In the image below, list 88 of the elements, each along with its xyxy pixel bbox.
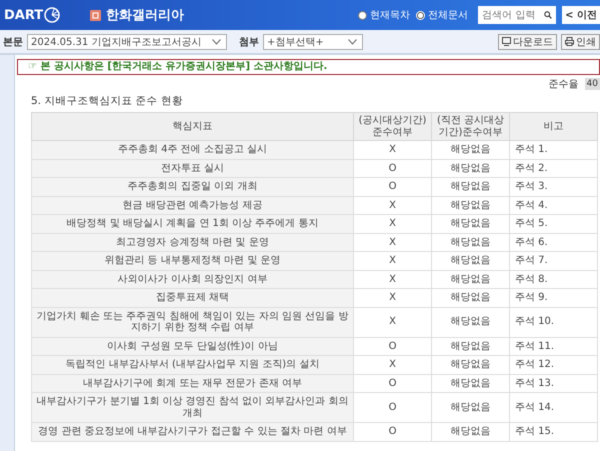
search-field[interactable]: 검색어 입력 (478, 6, 556, 24)
radio-button[interactable] (416, 10, 426, 20)
table-cell: 주석 8. (510, 270, 598, 288)
compliance-rate-label: 준수율 (548, 78, 579, 91)
table-cell: 최고경영자 승계정책 마련 및 운영 (32, 233, 354, 252)
compliance-rate-value: 40 (584, 78, 600, 90)
table-cell: 해당없음 (432, 422, 510, 441)
table-cell: O (354, 422, 432, 441)
table-cell: 주석 13. (510, 374, 598, 392)
table-cell: 기업가치 훼손 또는 주주권익 침해에 책임이 있는 자의 임원 선임을 방지하기 위한 정책 수립 여부 (32, 307, 354, 337)
table-cell: 주석 6. (510, 233, 598, 252)
notice-banner: ☞ 본 공시사항은 [한국거래소 유가증권시장본부] 소관사항입니다. (17, 59, 600, 75)
table-cell: 배당정책 및 배당실시 계획을 연 1회 이상 주주에게 통지 (32, 214, 354, 233)
chevron-down-icon (348, 38, 357, 44)
table-cell: 해당없음 (432, 356, 510, 374)
table-cell: 해당없음 (432, 288, 510, 307)
radio-button[interactable] (358, 10, 368, 20)
printer-icon (565, 37, 574, 46)
previous-button[interactable]: < 이전 (562, 6, 600, 24)
table-cell: 해당없음 (432, 233, 510, 252)
table-cell: 주석 4. (510, 196, 598, 214)
table-cell: 해당없음 (432, 196, 510, 214)
table-cell: 현금 배당관련 예측가능성 제공 (32, 196, 354, 214)
table-cell: 집중투표제 채택 (32, 288, 354, 307)
table-cell: X (354, 196, 432, 214)
table-cell: 주석 10. (510, 307, 598, 337)
table-cell: X (354, 140, 432, 159)
table-cell: 내부감사기구가 분기별 1회 이상 경영진 참석 없이 외부감사인과 회의 개최 (32, 392, 354, 422)
table-cell: X (354, 288, 432, 307)
table-cell: 해당없음 (432, 270, 510, 288)
table-cell: 주석 3. (510, 178, 598, 196)
table-cell: 주석 15. (510, 422, 598, 441)
table-cell: 사외이사가 이사회 의장인지 여부 (32, 270, 354, 288)
table-cell: 해당없음 (432, 140, 510, 159)
section-title: 5. 지배구조핵심지표 준수 현황 (31, 94, 184, 108)
attachment-label: 첨부 (239, 36, 259, 48)
table-cell: 경영 관련 중요정보에 내부감사기구가 접근할 수 있는 절차 마련 여부 (32, 422, 354, 441)
table-cell: O (354, 374, 432, 392)
table-cell: 해당없음 (432, 252, 510, 270)
table-cell: 주석 5. (510, 214, 598, 233)
table-cell: 주석 12. (510, 356, 598, 374)
table-cell: 주주총회의 집중일 이외 개최 (32, 178, 354, 196)
chevron-down-icon (212, 38, 221, 44)
table-cell: O (354, 178, 432, 196)
column-header: (직전 공시대상 기간)준수여부 (432, 112, 510, 140)
logo-text[interactable]: DART (4, 8, 44, 22)
table-cell: 해당없음 (432, 374, 510, 392)
table-cell: O (354, 159, 432, 178)
table-cell: 해당없음 (432, 307, 510, 337)
table-cell: 이사회 구성원 모두 단일성(性)이 아님 (32, 337, 354, 356)
table-cell: 주석 9. (510, 288, 598, 307)
table-cell: X (354, 270, 432, 288)
table-cell: 위험관리 등 내부통제정책 마련 및 운영 (32, 252, 354, 270)
table-cell: 주석 14. (510, 392, 598, 422)
attachment-select[interactable]: +첨부선택+ (263, 34, 363, 50)
table-cell: X (354, 214, 432, 233)
table-cell: 해당없음 (432, 392, 510, 422)
table-cell: 주석 7. (510, 252, 598, 270)
table-cell: 주석 2. (510, 159, 598, 178)
search-icon (544, 10, 552, 20)
table-cell: X (354, 356, 432, 374)
document-select[interactable]: 2024.05.31 기업지배구조보고서공시 (27, 34, 227, 50)
table-cell: 해당없음 (432, 337, 510, 356)
table-cell: 전자투표 실시 (32, 159, 354, 178)
table-cell: O (354, 392, 432, 422)
scope-radio[interactable]: 전체문서 (416, 8, 468, 22)
column-header: (공시대상기간) 준수여부 (354, 112, 432, 140)
company-icon (90, 10, 101, 20)
scope-radio[interactable]: 현재목차 (358, 8, 410, 22)
table-cell: 내부감사기구에 회계 또는 재무 전문가 존재 여부 (32, 374, 354, 392)
table-cell: 해당없음 (432, 178, 510, 196)
company-name: 한화갤러리아 (106, 7, 184, 24)
table-cell: X (354, 307, 432, 337)
table-cell: O (354, 337, 432, 356)
table-cell: 독립적인 내부감사부서 (내부감사업무 지원 조직)의 설치 (32, 356, 354, 374)
print-button[interactable]: 인쇄 (561, 34, 600, 50)
table-cell: X (354, 252, 432, 270)
table-cell: 주석 1. (510, 140, 598, 159)
table-cell: 주주총회 4주 전에 소집공고 실시 (32, 140, 354, 159)
body-label: 본문 (3, 36, 23, 48)
table-cell: 해당없음 (432, 159, 510, 178)
column-header: 비고 (510, 112, 598, 140)
table-cell: X (354, 233, 432, 252)
monitor-icon (502, 37, 511, 46)
table-cell: 해당없음 (432, 214, 510, 233)
download-button[interactable]: 다운로드 (498, 34, 557, 50)
table-cell: 주석 11. (510, 337, 598, 356)
column-header: 핵심지표 (32, 112, 354, 140)
